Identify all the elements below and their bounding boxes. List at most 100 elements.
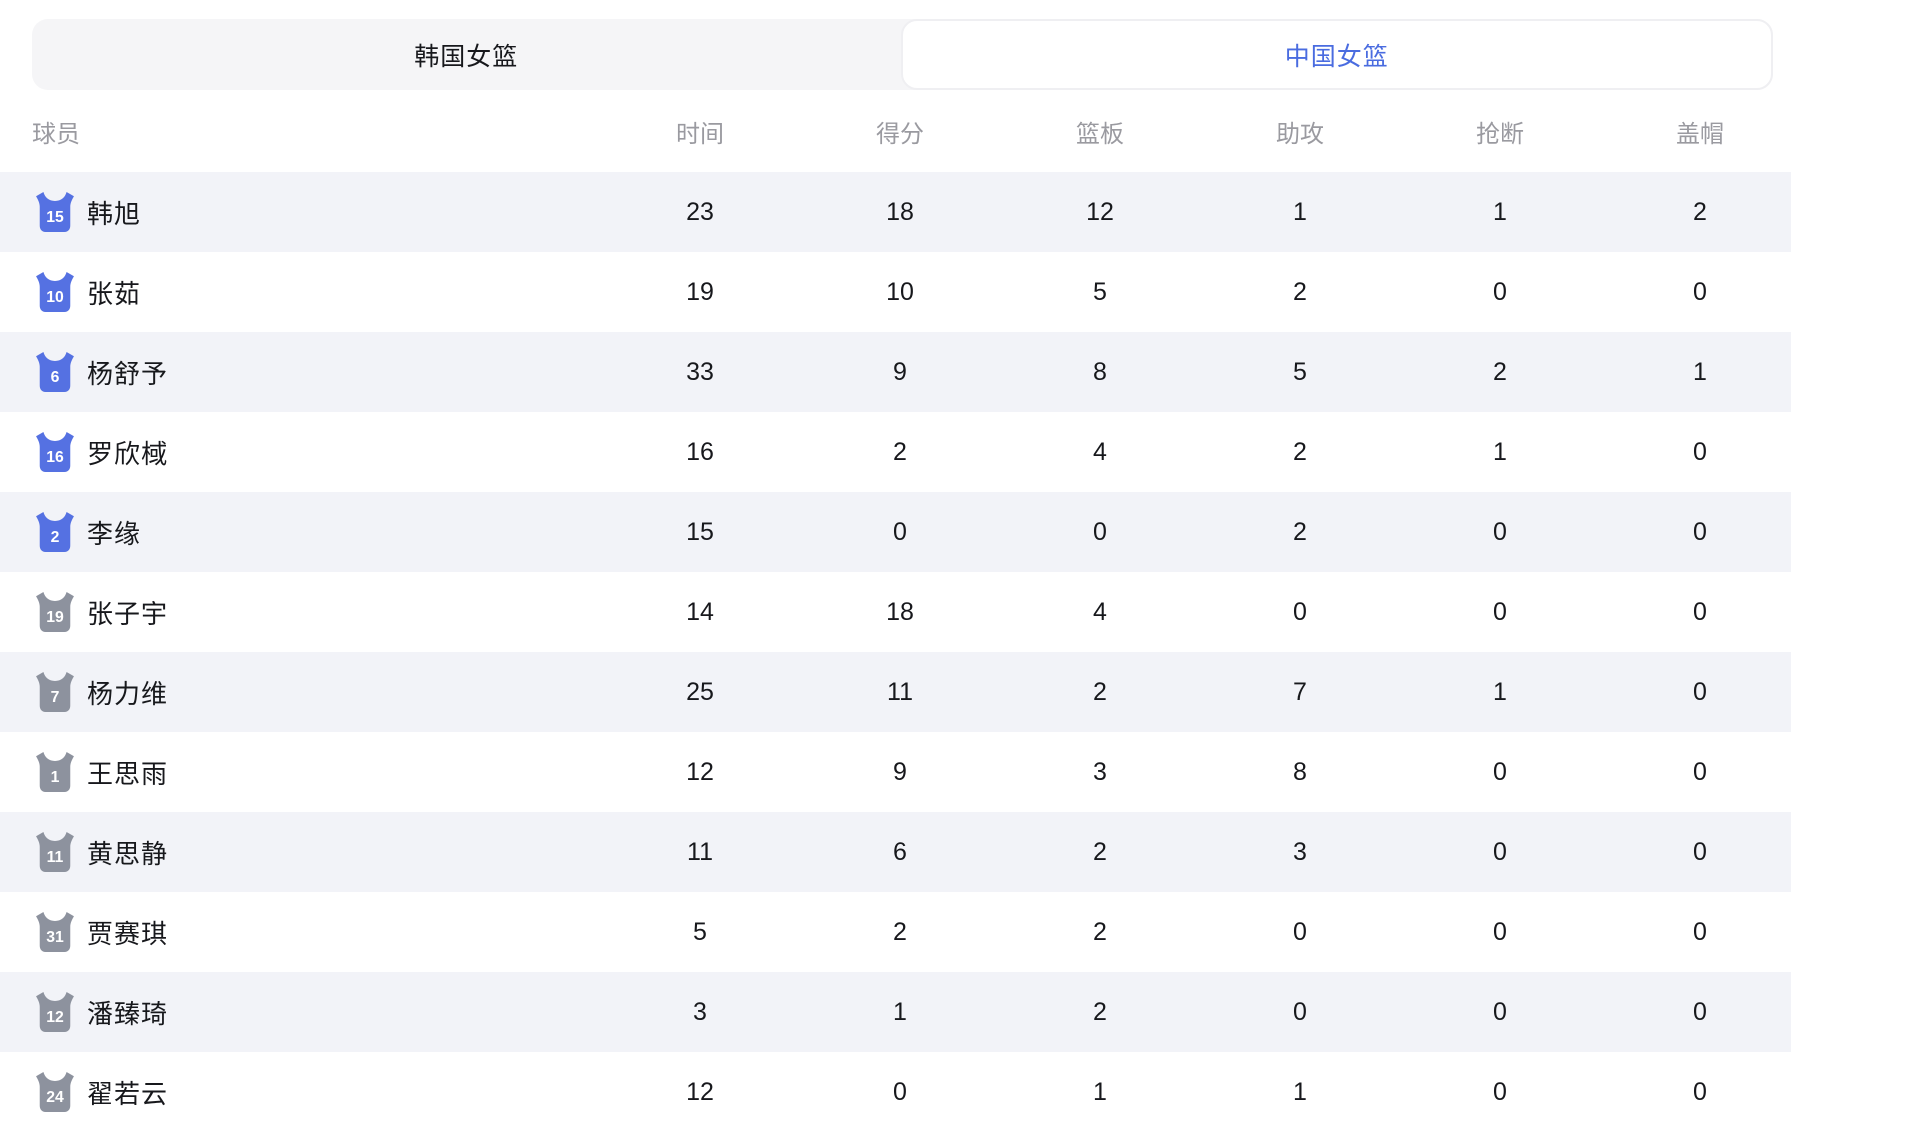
- stat-steals: 0: [1400, 918, 1600, 947]
- player-cell: 31 贾赛琪: [0, 912, 600, 952]
- stat-assists: 0: [1200, 918, 1400, 947]
- stat-points: 6: [800, 838, 1000, 867]
- stat-rebounds: 5: [1000, 278, 1200, 307]
- player-name: 张茹: [87, 274, 141, 311]
- stat-assists: 8: [1200, 758, 1400, 787]
- tab-china-women[interactable]: 中国女篮: [901, 19, 1774, 90]
- table-row: 19 张子宇 14 18 4 0 0 0: [0, 572, 1791, 652]
- jersey-number: 24: [46, 1089, 64, 1106]
- table-row: 1 王思雨 12 9 3 8 0 0: [0, 732, 1791, 812]
- stat-minutes: 12: [600, 758, 800, 787]
- stat-blocks: 0: [1600, 918, 1800, 947]
- jersey-icon: 7: [36, 672, 74, 712]
- table-row: 24 翟若云 12 0 1 1 0 0: [0, 1052, 1791, 1128]
- jersey-icon: 10: [36, 272, 74, 312]
- table-row: 6 杨舒予 33 9 8 5 2 1: [0, 332, 1791, 412]
- stat-points: 9: [800, 358, 1000, 387]
- jersey-icon: 19: [36, 592, 74, 632]
- stat-rebounds: 2: [1000, 838, 1200, 867]
- jersey-icon: 16: [36, 432, 74, 472]
- table-row: 11 黄思静 11 6 2 3 0 0: [0, 812, 1791, 892]
- stat-minutes: 19: [600, 278, 800, 307]
- stat-points: 9: [800, 758, 1000, 787]
- jersey-number: 10: [46, 289, 64, 306]
- column-header-player: 球员: [0, 114, 600, 149]
- stat-minutes: 11: [600, 838, 800, 867]
- player-name: 李缘: [87, 514, 141, 551]
- player-name: 杨力维: [87, 674, 168, 711]
- stat-blocks: 1: [1600, 358, 1800, 387]
- table-row: 31 贾赛琪 5 2 2 0 0 0: [0, 892, 1791, 972]
- tab-korea-women[interactable]: 韩国女篮: [32, 19, 901, 90]
- stat-steals: 0: [1400, 278, 1600, 307]
- stat-assists: 2: [1200, 518, 1400, 547]
- tab-label: 韩国女篮: [414, 37, 518, 73]
- player-name: 杨舒予: [87, 354, 168, 391]
- jersey-number: 19: [46, 609, 64, 626]
- tab-label: 中国女篮: [1285, 37, 1389, 73]
- table-row: 16 罗欣棫 16 2 4 2 1 0: [0, 412, 1791, 492]
- jersey-icon: 15: [36, 192, 74, 232]
- stat-points: 18: [800, 598, 1000, 627]
- player-cell: 10 张茹: [0, 272, 600, 312]
- stat-assists: 7: [1200, 678, 1400, 707]
- stat-assists: 0: [1200, 598, 1400, 627]
- player-name: 潘臻琦: [87, 994, 168, 1031]
- stat-assists: 2: [1200, 278, 1400, 307]
- stat-steals: 0: [1400, 758, 1600, 787]
- table-header: 球员 时间 得分 篮板 助攻 抢断 盖帽: [0, 90, 1791, 172]
- player-cell: 15 韩旭: [0, 192, 600, 232]
- stat-rebounds: 12: [1000, 198, 1200, 227]
- stat-blocks: 0: [1600, 678, 1800, 707]
- stat-minutes: 3: [600, 998, 800, 1027]
- jersey-number: 11: [47, 849, 64, 866]
- stat-steals: 1: [1400, 678, 1600, 707]
- stat-assists: 1: [1200, 1078, 1400, 1107]
- player-cell: 24 翟若云: [0, 1072, 600, 1112]
- stat-minutes: 16: [600, 438, 800, 467]
- stat-blocks: 0: [1600, 758, 1800, 787]
- jersey-number: 16: [46, 449, 64, 466]
- player-name: 贾赛琪: [87, 914, 168, 951]
- jersey-number: 31: [46, 929, 64, 946]
- jersey-number: 2: [51, 529, 60, 546]
- player-cell: 11 黄思静: [0, 832, 600, 872]
- stat-assists: 1: [1200, 198, 1400, 227]
- stat-minutes: 12: [600, 1078, 800, 1107]
- column-header-minutes: 时间: [600, 114, 800, 149]
- player-name: 黄思静: [87, 834, 168, 871]
- player-cell: 2 李缘: [0, 512, 600, 552]
- stat-blocks: 0: [1600, 278, 1800, 307]
- player-cell: 16 罗欣棫: [0, 432, 600, 472]
- stat-blocks: 0: [1600, 998, 1800, 1027]
- jersey-icon: 1: [36, 752, 74, 792]
- stat-steals: 0: [1400, 838, 1600, 867]
- stat-steals: 2: [1400, 358, 1600, 387]
- stat-minutes: 15: [600, 518, 800, 547]
- jersey-number: 1: [51, 769, 60, 786]
- team-tab-bar: 韩国女篮 中国女篮: [32, 19, 1773, 90]
- player-cell: 7 杨力维: [0, 672, 600, 712]
- jersey-icon: 12: [36, 992, 74, 1032]
- stat-points: 0: [800, 1078, 1000, 1107]
- jersey-number: 7: [51, 689, 60, 706]
- stat-steals: 1: [1400, 198, 1600, 227]
- stat-assists: 0: [1200, 998, 1400, 1027]
- stat-blocks: 0: [1600, 838, 1800, 867]
- stat-minutes: 14: [600, 598, 800, 627]
- column-header-points: 得分: [800, 114, 1000, 149]
- stat-steals: 0: [1400, 998, 1600, 1027]
- stat-rebounds: 4: [1000, 438, 1200, 467]
- stat-blocks: 0: [1600, 518, 1800, 547]
- stat-rebounds: 1: [1000, 1078, 1200, 1107]
- table-row: 7 杨力维 25 11 2 7 1 0: [0, 652, 1791, 732]
- stat-points: 11: [800, 678, 1000, 707]
- player-name: 翟若云: [87, 1074, 168, 1111]
- stat-points: 0: [800, 518, 1000, 547]
- jersey-number: 6: [51, 369, 60, 386]
- table-row: 10 张茹 19 10 5 2 0 0: [0, 252, 1791, 332]
- table-row: 15 韩旭 23 18 12 1 1 2: [0, 172, 1791, 252]
- stat-blocks: 0: [1600, 598, 1800, 627]
- stat-assists: 5: [1200, 358, 1400, 387]
- jersey-number: 15: [46, 209, 64, 226]
